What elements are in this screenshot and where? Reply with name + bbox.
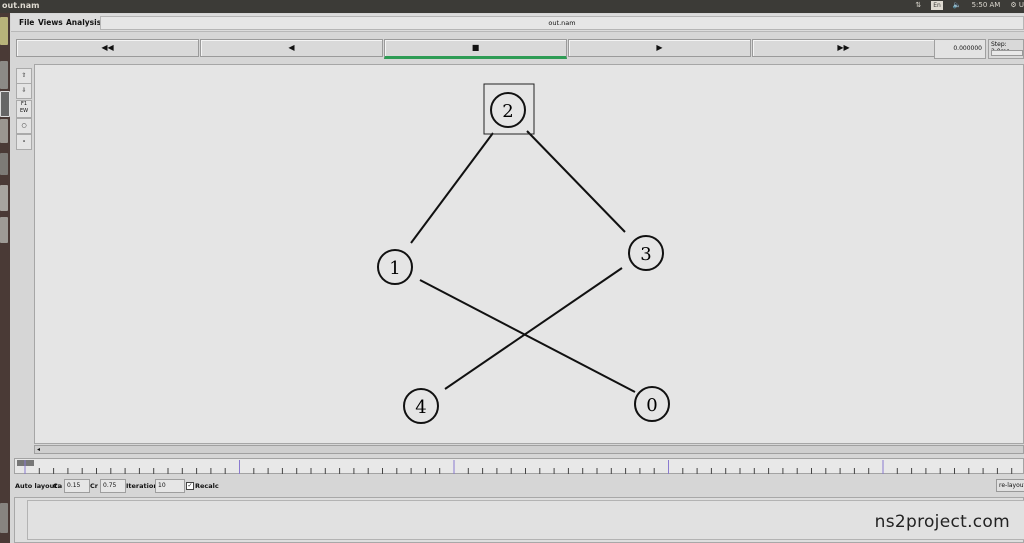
node-label: 4 bbox=[415, 397, 426, 418]
recalc-label: Recalc bbox=[195, 482, 219, 490]
circle-tool-icon[interactable]: ○ bbox=[16, 118, 32, 134]
node-label: 1 bbox=[389, 258, 400, 279]
network-icon[interactable]: ⇅ bbox=[915, 1, 921, 10]
launcher-trash-icon[interactable] bbox=[0, 503, 8, 533]
iterations-input[interactable]: 10 bbox=[155, 479, 185, 493]
step-slider[interactable] bbox=[991, 50, 1023, 56]
cr-input[interactable]: 0.75 bbox=[100, 479, 126, 493]
launcher bbox=[0, 13, 10, 543]
auto-layout-row: Auto layout: Ca 0.15 Cr 0.75 Iterations … bbox=[11, 478, 1024, 495]
node-3[interactable]: 3 bbox=[628, 235, 664, 271]
launcher-app-icon[interactable] bbox=[0, 91, 10, 117]
network-canvas[interactable]: 2 1 3 4 0 bbox=[34, 64, 1024, 444]
node-label: 2 bbox=[502, 101, 513, 122]
launcher-app-icon[interactable] bbox=[0, 17, 8, 45]
ca-label: Ca bbox=[53, 482, 63, 490]
fast-forward-button[interactable]: ▶▶ bbox=[752, 39, 935, 57]
system-tray: ⇅ En 🔈 5:50 AM ⚙ U bbox=[915, 1, 1024, 10]
zoom-out-icon[interactable]: ⇩ bbox=[16, 83, 32, 99]
network-graph: 2 1 3 4 0 bbox=[377, 83, 670, 424]
node-0[interactable]: 0 bbox=[634, 386, 670, 422]
node-2[interactable]: 2 bbox=[483, 83, 535, 135]
launcher-app-icon[interactable] bbox=[0, 153, 8, 175]
timeline-slider[interactable] bbox=[14, 458, 1024, 474]
play-button[interactable]: ▶ bbox=[568, 39, 751, 57]
node-label: 0 bbox=[646, 395, 657, 416]
zoom-in-icon[interactable]: ⇧ bbox=[16, 68, 32, 84]
bottom-panel bbox=[14, 497, 1024, 543]
recalc-checkbox[interactable]: ✓ bbox=[186, 482, 194, 490]
cr-label: Cr bbox=[90, 482, 98, 490]
link-2-3 bbox=[526, 130, 626, 233]
node-label: 3 bbox=[640, 244, 651, 265]
ca-input[interactable]: 0.15 bbox=[64, 479, 90, 493]
clock[interactable]: 5:50 AM bbox=[972, 1, 1001, 10]
time-display: 0.000000 bbox=[934, 39, 986, 59]
re-layout-button[interactable]: re-layout bbox=[996, 479, 1024, 492]
menu-analysis[interactable]: Analysis bbox=[66, 18, 101, 27]
keyboard-layout-indicator[interactable]: En bbox=[931, 1, 943, 10]
rewind-button[interactable]: ◀◀ bbox=[16, 39, 199, 57]
link-2-1 bbox=[410, 132, 494, 244]
system-top-bar: out.nam ⇅ En 🔈 5:50 AM ⚙ U bbox=[0, 0, 1024, 13]
playback-toolbar: ◀◀ ◀ ■ ▶ ▶▶ bbox=[11, 35, 1024, 61]
stop-button[interactable]: ■ bbox=[384, 39, 567, 59]
flip-east-west-icon[interactable]: F1 EW bbox=[16, 100, 32, 118]
launcher-app-icon[interactable] bbox=[0, 217, 8, 243]
menu-views[interactable]: Views bbox=[38, 18, 63, 27]
tool-column: ⇧ ⇩ F1 EW ○ ∘ bbox=[14, 64, 33, 444]
timeline-ticks bbox=[24, 460, 1013, 474]
menu-file[interactable]: File bbox=[19, 18, 34, 27]
node-1[interactable]: 1 bbox=[377, 249, 413, 285]
watermark-text: ns2project.com bbox=[874, 512, 1010, 532]
volume-icon[interactable]: 🔈 bbox=[953, 1, 962, 10]
window-title: out.nam bbox=[2, 1, 40, 10]
link-1-0 bbox=[419, 279, 636, 393]
launcher-app-icon[interactable] bbox=[0, 119, 8, 143]
file-title-field: out.nam bbox=[100, 16, 1024, 30]
node-4[interactable]: 4 bbox=[403, 388, 439, 424]
step-control: Step: 2.0ms bbox=[988, 39, 1024, 59]
step-back-button[interactable]: ◀ bbox=[200, 39, 383, 57]
canvas-horizontal-scrollbar[interactable]: ◂ bbox=[34, 445, 1024, 454]
small-circle-tool-icon[interactable]: ∘ bbox=[16, 134, 32, 150]
launcher-app-icon[interactable] bbox=[0, 185, 8, 211]
session-gear-icon[interactable]: ⚙ U bbox=[1010, 1, 1024, 10]
launcher-app-icon[interactable] bbox=[0, 61, 8, 89]
scroll-left-arrow-icon[interactable]: ◂ bbox=[37, 446, 40, 453]
